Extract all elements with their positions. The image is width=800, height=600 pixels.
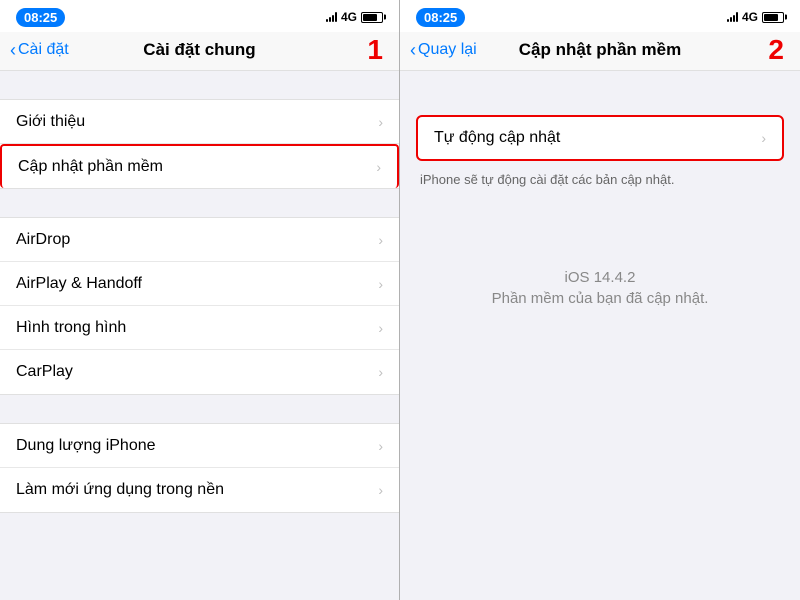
- step-number-2: 2: [768, 34, 784, 66]
- right-settings-content: Tự động cập nhật › iPhone sẽ tự động cài…: [400, 71, 800, 600]
- left-section-gap-3: [0, 395, 399, 423]
- left-row-gioi-thieu-label: Giới thiệu: [16, 113, 85, 131]
- update-status: iOS 14.4.2 Phần mềm của bạn đã cập nhật.: [400, 269, 800, 307]
- right-panel: 08:25 4G ‹ Quay lại Cập nhật phần mềm 2 …: [400, 0, 800, 600]
- right-nav-title: Cập nhật phần mềm: [519, 40, 681, 60]
- right-network-label: 4G: [742, 10, 758, 24]
- left-back-button[interactable]: ‹ Cài đặt: [10, 40, 69, 61]
- right-status-bar: 08:25 4G: [400, 0, 800, 32]
- left-row-airplay[interactable]: AirPlay & Handoff ›: [0, 262, 399, 306]
- left-row-cap-nhat-label: Cập nhật phần mềm: [18, 158, 163, 176]
- left-row-carplay-chevron-icon: ›: [378, 364, 383, 380]
- left-row-airplay-label: AirPlay & Handoff: [16, 275, 142, 293]
- right-nav-bar: ‹ Quay lại Cập nhật phần mềm 2: [400, 32, 800, 71]
- step-number-1: 1: [367, 34, 383, 66]
- left-row-airdrop-chevron-icon: ›: [378, 232, 383, 248]
- left-row-gioi-thieu[interactable]: Giới thiệu ›: [0, 100, 399, 144]
- left-row-dung-luong[interactable]: Dung lượng iPhone ›: [0, 424, 399, 468]
- update-message: Phần mềm của bạn đã cập nhật.: [400, 290, 800, 307]
- left-row-carplay[interactable]: CarPlay ›: [0, 350, 399, 394]
- right-status-icons: 4G: [727, 10, 784, 24]
- left-row-cap-nhat[interactable]: Cập nhật phần mềm ›: [0, 144, 399, 188]
- left-row-airdrop[interactable]: AirDrop ›: [0, 218, 399, 262]
- left-row-hinh-trong-hinh[interactable]: Hình trong hình ›: [0, 306, 399, 350]
- left-time: 08:25: [16, 8, 65, 27]
- left-row-hinh-trong-hinh-label: Hình trong hình: [16, 319, 126, 337]
- left-section-gap-1: [0, 71, 399, 99]
- left-row-lam-moi-chevron-icon: ›: [378, 482, 383, 498]
- left-back-chevron-icon: ‹: [10, 40, 16, 61]
- auto-update-chevron-icon: ›: [761, 130, 766, 146]
- right-panel-content: Tự động cập nhật › iPhone sẽ tự động cài…: [400, 99, 800, 189]
- left-section-2: AirDrop › AirPlay & Handoff › Hình trong…: [0, 217, 399, 395]
- left-row-cap-nhat-chevron-icon: ›: [376, 159, 381, 175]
- right-time: 08:25: [416, 8, 465, 27]
- right-signal-icon: [727, 12, 738, 22]
- left-row-gioi-thieu-chevron-icon: ›: [378, 114, 383, 130]
- left-row-hinh-trong-hinh-chevron-icon: ›: [378, 320, 383, 336]
- description-text: iPhone sẽ tự động cài đặt các bản cập nh…: [416, 161, 784, 189]
- left-settings-content: Giới thiệu › Cập nhật phần mềm › AirDrop…: [0, 71, 399, 600]
- left-row-lam-moi[interactable]: Làm mới ứng dụng trong nền ›: [0, 468, 399, 512]
- left-panel: 08:25 4G ‹ Cài đặt Cài đặt chung 1 Giới …: [0, 0, 400, 600]
- ios-version-label: iOS 14.4.2: [400, 269, 800, 286]
- left-row-airplay-chevron-icon: ›: [378, 276, 383, 292]
- right-back-label: Quay lại: [418, 41, 477, 59]
- left-back-label: Cài đặt: [18, 41, 69, 59]
- left-nav-bar: ‹ Cài đặt Cài đặt chung 1: [0, 32, 399, 71]
- left-section-gap-2: [0, 189, 399, 217]
- left-row-dung-luong-chevron-icon: ›: [378, 438, 383, 454]
- right-battery-icon: [762, 12, 784, 23]
- left-row-lam-moi-label: Làm mới ứng dụng trong nền: [16, 481, 224, 499]
- auto-update-label: Tự động cập nhật: [434, 129, 560, 147]
- battery-icon: [361, 12, 383, 23]
- signal-icon: [326, 12, 337, 22]
- left-row-carplay-label: CarPlay: [16, 363, 73, 381]
- left-section-3: Dung lượng iPhone › Làm mới ứng dụng tro…: [0, 423, 399, 513]
- right-back-button[interactable]: ‹ Quay lại: [410, 40, 477, 61]
- left-status-bar: 08:25 4G: [0, 0, 399, 32]
- left-section-1: Giới thiệu › Cập nhật phần mềm ›: [0, 99, 399, 189]
- left-status-icons: 4G: [326, 10, 383, 24]
- left-row-dung-luong-label: Dung lượng iPhone: [16, 437, 156, 455]
- right-back-chevron-icon: ‹: [410, 40, 416, 61]
- right-section-gap-1: [400, 71, 800, 99]
- auto-update-row[interactable]: Tự động cập nhật ›: [416, 115, 784, 161]
- network-label: 4G: [341, 10, 357, 24]
- left-nav-title: Cài đặt chung: [143, 40, 255, 60]
- left-row-airdrop-label: AirDrop: [16, 231, 70, 249]
